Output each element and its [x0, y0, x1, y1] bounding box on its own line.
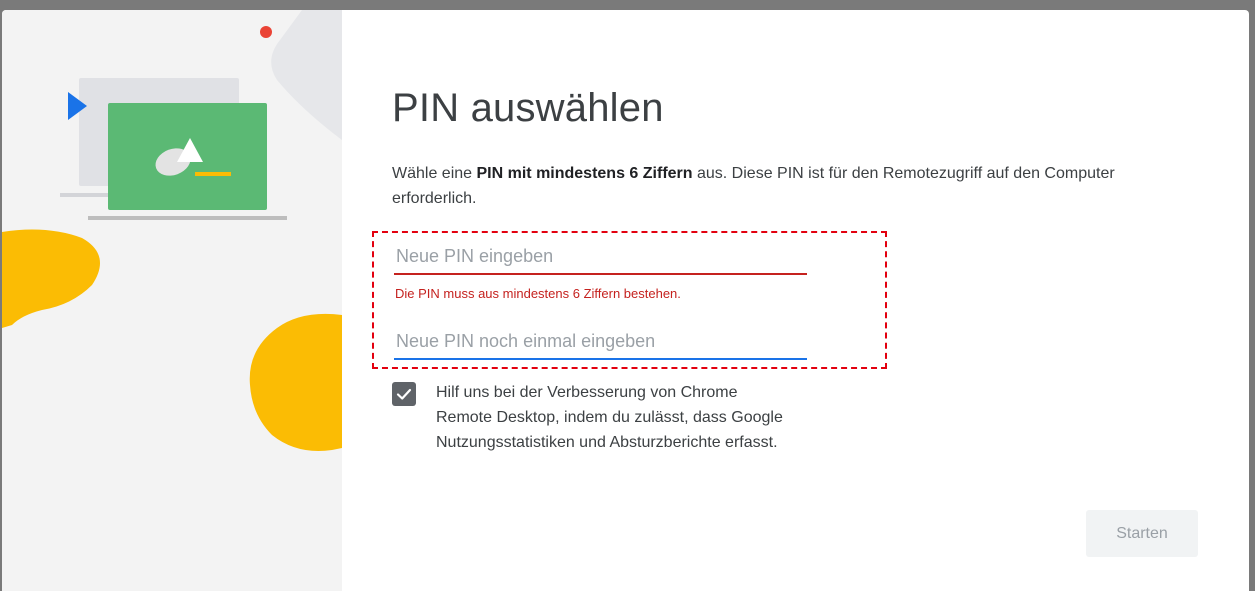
laptop-icon — [88, 103, 287, 220]
description-text: Wähle eine PIN mit mindestens 6 Ziffern … — [392, 161, 1192, 211]
remote-desktop-illustration — [2, 10, 342, 451]
page-title: PIN auswählen — [392, 86, 664, 130]
red-dot-icon — [260, 26, 272, 38]
description-bold: PIN mit mindestens 6 Ziffern — [476, 165, 693, 182]
confirm-pin-input[interactable] — [394, 324, 807, 360]
illustration-panel — [2, 10, 342, 591]
gray-background-shape — [271, 10, 342, 140]
pin-form: PIN auswählen Wähle eine PIN mit mindest… — [342, 10, 1249, 591]
start-button[interactable]: Starten — [1086, 510, 1198, 557]
consent-label: Hilf uns bei der Verbesserung von Chrome… — [436, 384, 783, 451]
pin-dialog: PIN auswählen Wähle eine PIN mit mindest… — [2, 10, 1249, 591]
checkmark-icon — [396, 388, 412, 400]
pin-error-message: Die PIN muss aus mindestens 6 Ziffern be… — [395, 286, 681, 301]
consent-checkbox[interactable] — [392, 382, 416, 406]
new-pin-input[interactable] — [394, 239, 807, 275]
yellow-blob-icon — [2, 229, 100, 328]
description-prefix: Wähle eine — [392, 165, 477, 182]
yellow-blob-large-icon — [249, 313, 342, 451]
